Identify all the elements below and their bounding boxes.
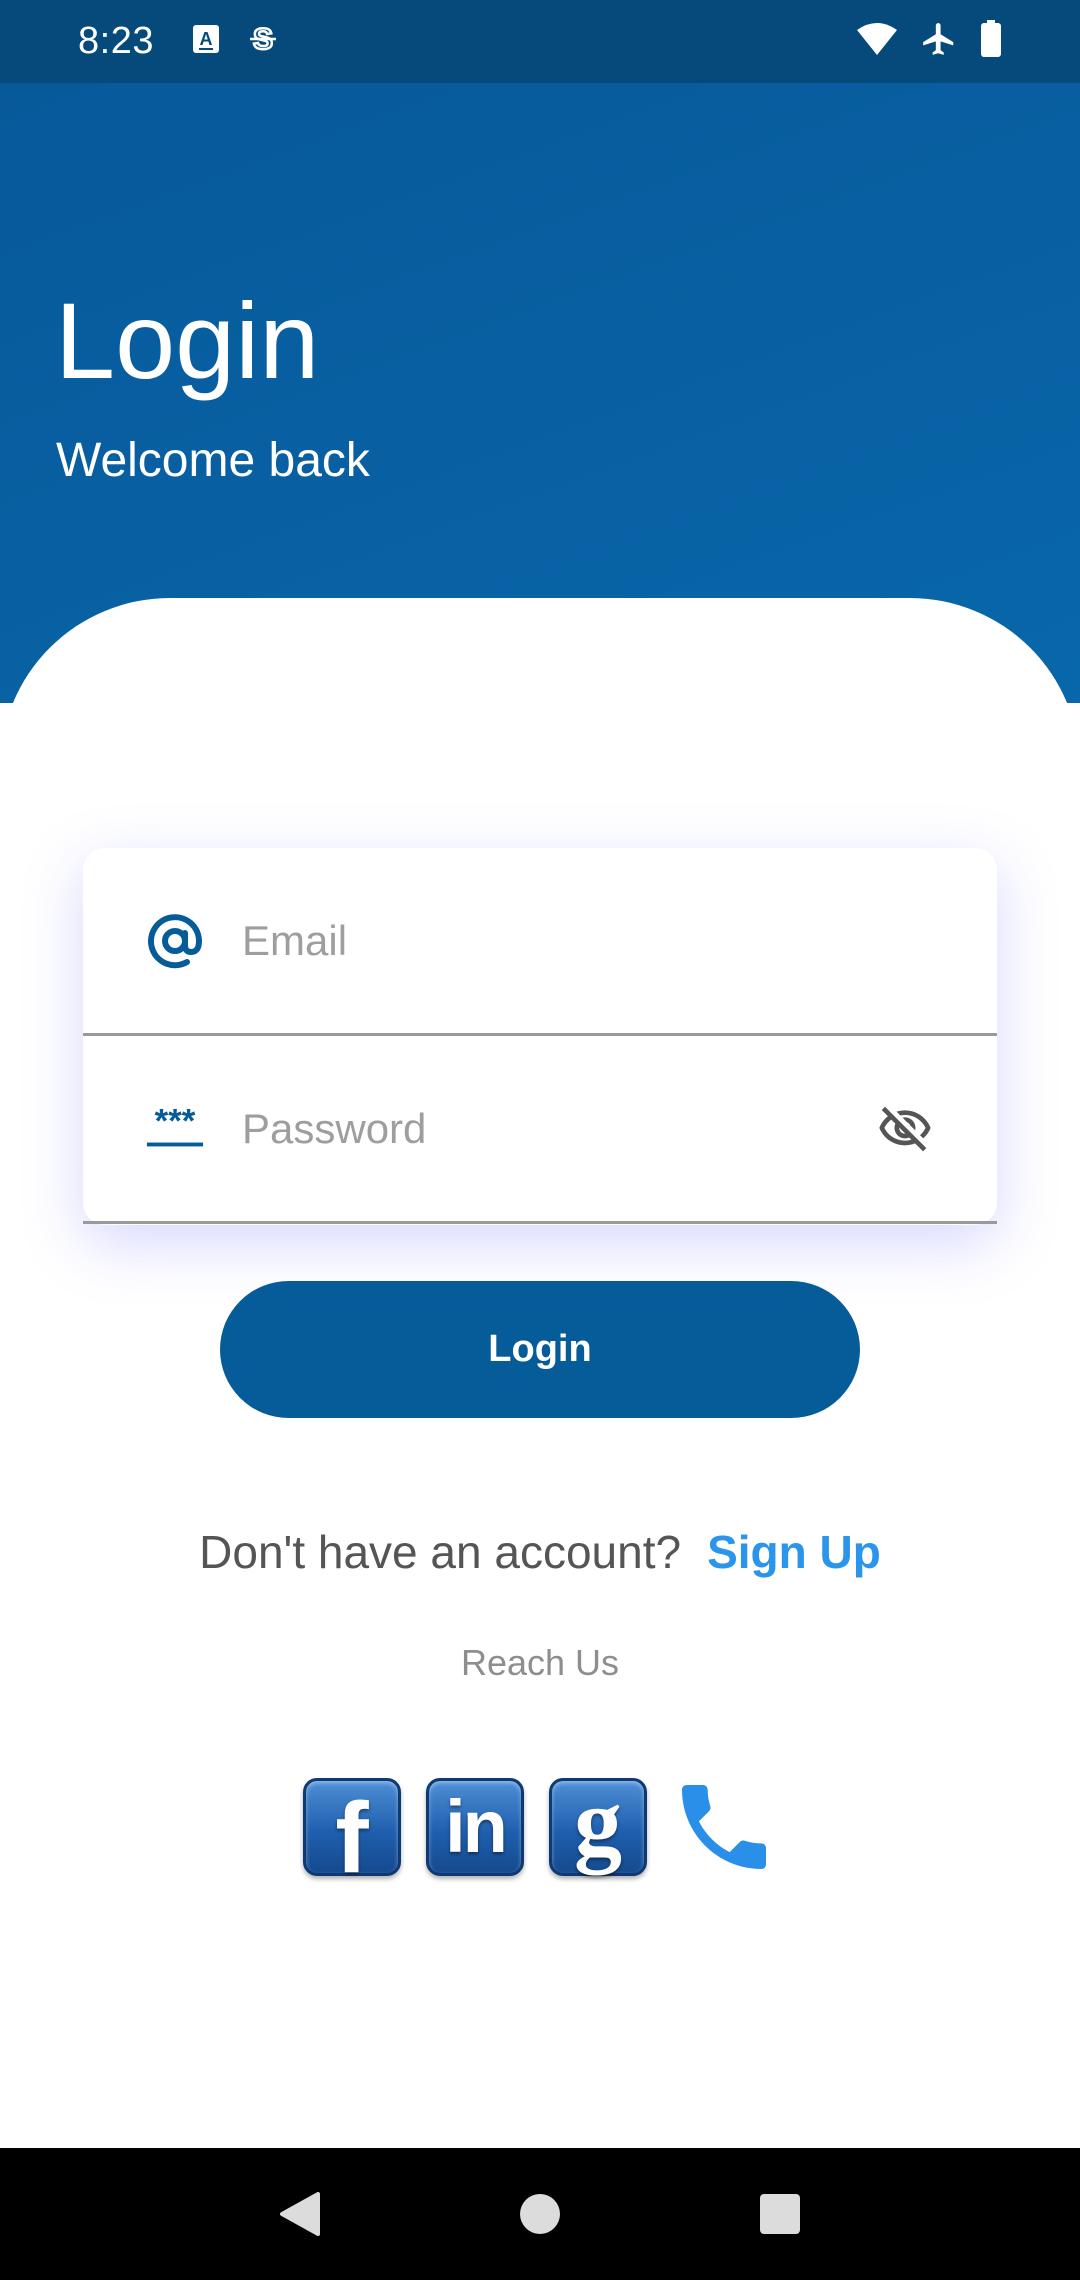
sync-s-icon: S [248,21,278,62]
status-notification-icons: A S [192,21,278,62]
login-form-card: *** [83,848,997,1225]
password-field-row: *** [83,1036,997,1224]
svg-text:***: *** [155,1109,196,1141]
facebook-icon[interactable]: f [303,1777,401,1888]
airplane-icon [920,20,958,63]
recents-icon[interactable] [745,2179,815,2249]
page-title: Login [55,280,320,401]
password-icon: *** [145,1099,205,1159]
battery-icon [980,20,1002,63]
font-a-icon: A [192,24,220,59]
status-time: 8:23 [78,20,154,62]
signup-link[interactable]: Sign Up [707,1525,881,1579]
home-icon[interactable] [505,2179,575,2249]
at-sign-icon [145,911,205,971]
linkedin-icon[interactable]: in [426,1777,524,1876]
login-button[interactable]: Login [220,1281,860,1418]
svg-text:A: A [199,29,212,49]
password-input[interactable] [242,1088,882,1169]
google-icon[interactable]: g [549,1773,647,1876]
signup-row: Don't have an account? Sign Up [0,1525,1080,1579]
social-links: f in g [303,1769,781,1888]
email-field-row [83,848,997,1036]
signup-prompt: Don't have an account? [199,1526,682,1578]
login-screen: 8:23 A S Login Welcome back Email *** Lo… [0,0,1080,2280]
status-bar: 8:23 A S [0,0,1080,83]
eye-off-icon[interactable] [873,1097,937,1161]
status-system-icons [856,20,1002,63]
reach-us-label: Reach Us [460,1642,620,1683]
wifi-icon [856,22,898,61]
email-input[interactable] [242,900,882,981]
page-subtitle: Welcome back [56,434,370,487]
navigation-bar [0,2148,1080,2280]
phone-icon[interactable] [666,1769,781,1884]
back-icon[interactable] [265,2179,335,2249]
